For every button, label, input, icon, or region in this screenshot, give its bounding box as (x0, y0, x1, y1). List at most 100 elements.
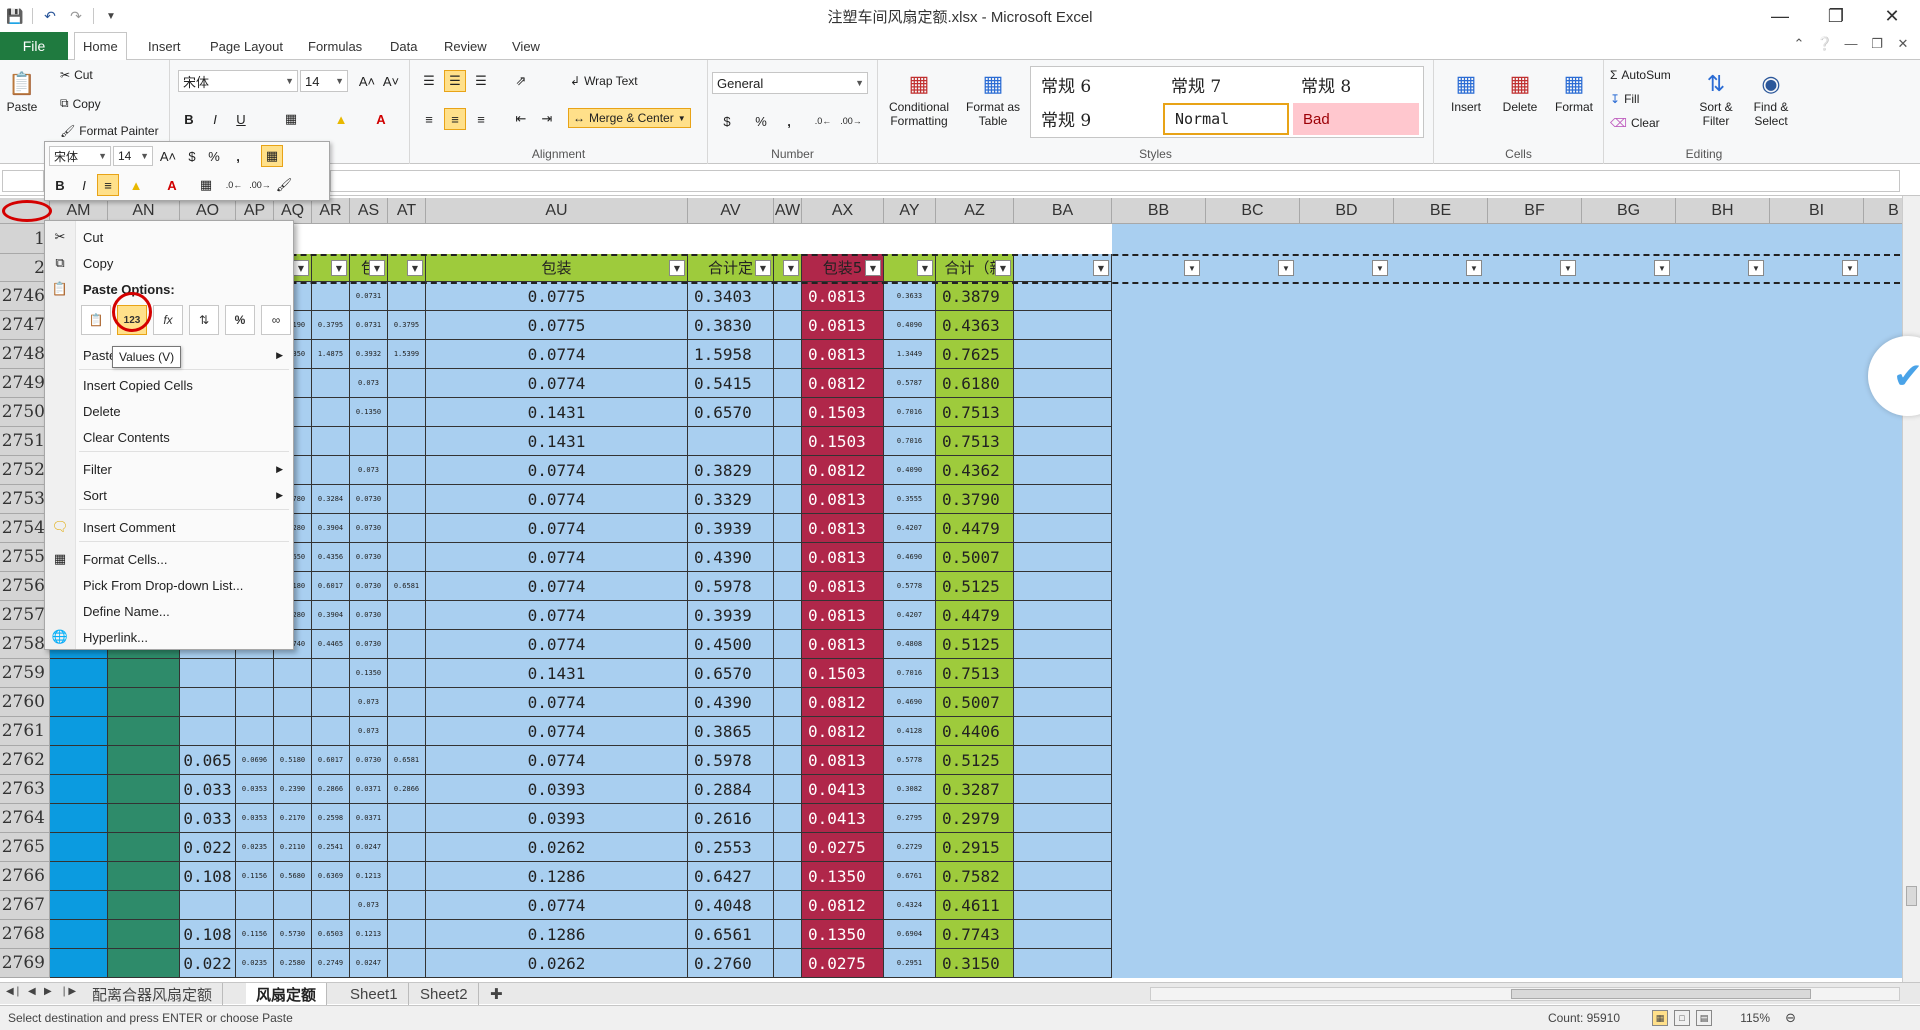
cell-ay[interactable]: 0.5787 (884, 369, 936, 398)
filter-dropdown-icon[interactable]: ▼ (1372, 260, 1388, 276)
cell-an[interactable] (108, 833, 180, 862)
column-header[interactable]: AX (802, 198, 884, 224)
workbook-restore-icon[interactable]: ❐ (1868, 36, 1886, 52)
cell-au[interactable]: 0.0774 (426, 717, 688, 746)
cell-av[interactable]: 0.6570 (688, 659, 774, 688)
cell-aw[interactable] (774, 862, 802, 891)
row-header[interactable]: 2764 (0, 804, 50, 833)
horizontal-scrollbar[interactable] (1150, 987, 1900, 1001)
format-as-table-button[interactable]: ▦ Format as Table (960, 68, 1026, 129)
tab-insert[interactable]: Insert (140, 32, 189, 60)
cell-at[interactable] (388, 920, 426, 949)
row-header[interactable]: 2767 (0, 891, 50, 920)
restore-icon[interactable]: ❐ (1808, 0, 1864, 32)
column-header[interactable]: BB (1112, 198, 1206, 224)
align-center-icon[interactable]: ≡ (97, 174, 119, 196)
cell-ay[interactable]: 0.4090 (884, 311, 936, 340)
menu-item-define-name[interactable]: Define Name... (45, 599, 293, 623)
cell-aq[interactable]: 0.2580 (274, 949, 312, 978)
page-break-view-icon[interactable]: ▤ (1696, 1010, 1712, 1026)
filter-dropdown-icon[interactable]: ▼ (407, 260, 423, 276)
cell-av[interactable]: 0.6570 (688, 398, 774, 427)
row-header[interactable]: 2753 (0, 485, 50, 514)
style-bad[interactable]: Bad (1293, 103, 1419, 135)
cell-an[interactable] (108, 804, 180, 833)
cell-ap[interactable] (236, 688, 274, 717)
cell-au[interactable]: 0.1431 (426, 427, 688, 456)
fill-button[interactable]: ↧ Fill (1610, 92, 1639, 106)
cell-ba[interactable] (1014, 862, 1112, 891)
cell-ba[interactable] (1014, 920, 1112, 949)
cell-av[interactable]: 0.2760 (688, 949, 774, 978)
row-header[interactable]: 1 (0, 224, 50, 254)
horizontal-scroll-thumb[interactable] (1511, 989, 1811, 999)
cell-ba[interactable] (1014, 746, 1112, 775)
cell-az[interactable]: 0.2979 (936, 804, 1014, 833)
number-format-combo[interactable]: General ▼ (712, 72, 868, 94)
header-cell[interactable]: ▼ (884, 254, 936, 282)
filter-dropdown-icon[interactable]: ▼ (1184, 260, 1200, 276)
align-left-icon[interactable]: ≡ (418, 108, 440, 130)
cell-am[interactable] (50, 659, 108, 688)
column-header[interactable]: AR (312, 198, 350, 224)
column-header[interactable]: AV (688, 198, 774, 224)
header-cell[interactable]: ▼ (388, 254, 426, 282)
fill-color-icon[interactable]: ▲ (125, 174, 147, 196)
cell-av[interactable]: 0.3829 (688, 456, 774, 485)
column-header[interactable]: AT (388, 198, 426, 224)
cell-av[interactable]: 0.4500 (688, 630, 774, 659)
cell-ao[interactable]: 0.033 (180, 804, 236, 833)
cell-ar[interactable]: 0.2749 (312, 949, 350, 978)
cell-az[interactable]: 0.7582 (936, 862, 1014, 891)
cell-ap[interactable]: 0.0353 (236, 775, 274, 804)
cell-aw[interactable] (774, 601, 802, 630)
cell-ay[interactable]: 1.3449 (884, 340, 936, 369)
style-normal-7[interactable]: 常规 7 (1161, 69, 1291, 99)
filter-dropdown-icon[interactable]: ▼ (995, 260, 1011, 276)
header-cell[interactable]: ▼ (312, 254, 350, 282)
cell-am[interactable] (50, 920, 108, 949)
filter-dropdown-icon[interactable]: ▼ (917, 260, 933, 276)
row-header[interactable]: 2769 (0, 949, 50, 978)
menu-item-format-cells[interactable]: ▦ Format Cells... (45, 547, 293, 571)
cell-ay[interactable]: 0.4207 (884, 601, 936, 630)
cell-ap[interactable] (236, 891, 274, 920)
find-select-button[interactable]: ◉ Find & Select (1744, 68, 1798, 129)
cell-as[interactable]: 0.0731 (350, 282, 388, 311)
tab-data[interactable]: Data (382, 32, 425, 60)
column-header[interactable]: BH (1676, 198, 1770, 224)
cell-ba[interactable] (1014, 311, 1112, 340)
cell-ba[interactable] (1014, 427, 1112, 456)
grow-font-icon[interactable]: A˄ (157, 145, 179, 167)
cell-ao[interactable]: 0.022 (180, 833, 236, 862)
cell-av[interactable]: 1.5958 (688, 340, 774, 369)
cell-am[interactable] (50, 688, 108, 717)
wrap-text-button[interactable]: ↲ Wrap Text (570, 74, 638, 88)
tab-view[interactable]: View (504, 32, 548, 60)
normal-view-icon[interactable]: ▦ (1652, 1010, 1668, 1026)
cell-ax[interactable]: 0.0413 (802, 775, 884, 804)
cell-ar[interactable] (312, 891, 350, 920)
cell-ba[interactable] (1014, 717, 1112, 746)
cell-aw[interactable] (774, 891, 802, 920)
cell-as[interactable]: 0.1213 (350, 862, 388, 891)
cell-as[interactable]: 0.1213 (350, 920, 388, 949)
cell-az[interactable]: 0.3150 (936, 949, 1014, 978)
cell-aq[interactable] (274, 717, 312, 746)
cell-aq[interactable]: 0.2110 (274, 833, 312, 862)
cell-ba[interactable] (1014, 398, 1112, 427)
cell-az[interactable]: 0.5125 (936, 572, 1014, 601)
filter-dropdown-icon[interactable]: ▼ (331, 260, 347, 276)
cell-am[interactable] (50, 804, 108, 833)
cell-az[interactable]: 0.3287 (936, 775, 1014, 804)
cell-an[interactable] (108, 717, 180, 746)
cell-ba[interactable] (1014, 891, 1112, 920)
font-color-icon[interactable]: A (370, 108, 392, 130)
cell-az[interactable]: 0.4362 (936, 456, 1014, 485)
paste-link-icon[interactable]: ∞ (261, 305, 291, 335)
cell-ay[interactable]: 0.6761 (884, 862, 936, 891)
cell-az[interactable]: 0.4363 (936, 311, 1014, 340)
font-size-combo[interactable]: 14 ▼ (300, 70, 348, 92)
cell-ba[interactable] (1014, 572, 1112, 601)
cell-ar[interactable]: 0.3795 (312, 311, 350, 340)
